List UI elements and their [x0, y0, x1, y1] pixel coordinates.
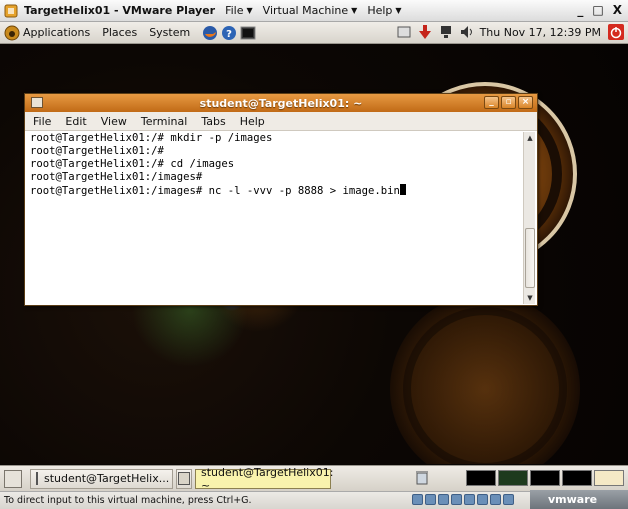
- status-text: To direct input to this virtual machine,…: [4, 495, 252, 506]
- workspace-1[interactable]: [466, 470, 496, 486]
- device-status-icons: [412, 494, 514, 505]
- terminal-menu-terminal[interactable]: Terminal: [141, 115, 188, 128]
- workspace-4[interactable]: [562, 470, 592, 486]
- taskbar-item[interactable]: student@TargetHelix...: [30, 468, 173, 489]
- gnome-foot-icon: [4, 25, 20, 40]
- desktop: student@TargetHelix01: ~ _ ▫ × File Edit…: [0, 44, 628, 464]
- maximize-button[interactable]: □: [592, 3, 603, 17]
- chevron-down-icon: ▼: [395, 6, 402, 15]
- terminal-task-icon: [178, 472, 190, 485]
- terminal-window-icon[interactable]: [31, 97, 43, 108]
- display-icon[interactable]: [490, 494, 501, 505]
- terminal-menubar: File Edit View Terminal Tabs Help: [25, 112, 537, 131]
- window-list-icon[interactable]: [396, 24, 412, 40]
- vmware-menu-file-label: File: [225, 4, 244, 17]
- terminal-line-current: root@TargetHelix01:/images# nc -l -vvv -…: [27, 184, 521, 198]
- taskbar-item-active[interactable]: student@TargetHelix01: ~: [195, 465, 334, 492]
- terminal-close-button[interactable]: ×: [518, 96, 533, 109]
- trash-icon[interactable]: [414, 469, 430, 485]
- power-icon[interactable]: [608, 24, 624, 40]
- terminal-titlebar[interactable]: student@TargetHelix01: ~ _ ▫ ×: [25, 94, 537, 112]
- vmware-brand-logo: vmware: [530, 490, 628, 509]
- update-notifier-icon[interactable]: [417, 24, 433, 40]
- terminal-window-controls: _ ▫ ×: [484, 96, 533, 109]
- vmware-menu-file[interactable]: File ▼: [225, 4, 253, 17]
- terminal-menu-file[interactable]: File: [33, 115, 51, 128]
- scroll-down-icon[interactable]: ▼: [525, 293, 535, 303]
- chevron-down-icon: ▼: [246, 6, 253, 15]
- terminal-scrollbar[interactable]: ▲ ▼: [523, 132, 535, 304]
- terminal-task-icon: [36, 472, 38, 485]
- network-adapter-icon[interactable]: [451, 494, 462, 505]
- vmware-titlebar: TargetHelix01 - VMware Player File ▼ Virt…: [0, 0, 628, 22]
- text-cursor: [399, 184, 406, 195]
- vmware-window-controls: _ □ X: [577, 3, 622, 17]
- terminal-line: root@TargetHelix01:/#: [30, 145, 164, 157]
- workspace-3[interactable]: [530, 470, 560, 486]
- gnome-top-panel: Applications Places System ? Thu Nov 17,…: [0, 22, 628, 44]
- svg-text:?: ?: [226, 29, 232, 40]
- workspace-2[interactable]: [498, 470, 528, 486]
- clock[interactable]: Thu Nov 17, 12:39 PM: [480, 26, 601, 39]
- usb-icon[interactable]: [464, 494, 475, 505]
- floppy-icon[interactable]: [438, 494, 449, 505]
- terminal-line: root@TargetHelix01:/# mkdir -p /images: [30, 132, 273, 144]
- vmware-menu-virtual-machine-label: Virtual Machine: [262, 4, 349, 17]
- terminal-maximize-button[interactable]: ▫: [501, 96, 516, 109]
- message-icon[interactable]: [503, 494, 514, 505]
- taskbar-item-active-label: student@TargetHelix01: ~: [201, 465, 334, 492]
- network-icon[interactable]: [438, 24, 454, 40]
- taskbar-item-small[interactable]: [176, 468, 192, 489]
- vmware-menu-virtual-machine[interactable]: Virtual Machine ▼: [263, 4, 358, 17]
- vmware-menu-help[interactable]: Help ▼: [367, 4, 401, 17]
- vmware-menu-help-label: Help: [367, 4, 393, 17]
- panel-tray: Thu Nov 17, 12:39 PM: [396, 24, 624, 40]
- terminal-title: student@TargetHelix01: ~: [199, 96, 363, 110]
- vmware-title: TargetHelix01 - VMware Player: [24, 4, 216, 17]
- scrollbar-thumb[interactable]: [525, 228, 535, 288]
- chevron-down-icon: ▼: [351, 6, 358, 15]
- terminal-menu-help[interactable]: Help: [240, 115, 265, 128]
- help-launcher-icon[interactable]: ?: [221, 25, 237, 41]
- workspace-5[interactable]: [594, 470, 624, 486]
- terminal-command: root@TargetHelix01:/images# nc -l -vvv -…: [30, 185, 400, 197]
- menu-places[interactable]: Places: [102, 26, 137, 39]
- terminal-menu-edit[interactable]: Edit: [65, 115, 86, 128]
- close-button[interactable]: X: [613, 3, 622, 17]
- screen: TargetHelix01 - VMware Player File ▼ Virt…: [0, 0, 628, 509]
- menu-applications[interactable]: Applications: [23, 26, 90, 39]
- terminal-output[interactable]: root@TargetHelix01:/# mkdir -p /images r…: [27, 132, 521, 304]
- terminal-minimize-button[interactable]: _: [484, 96, 499, 109]
- terminal-menu-view[interactable]: View: [101, 115, 127, 128]
- terminal-line: root@TargetHelix01:/# cd /images: [30, 158, 235, 170]
- terminal-launcher-icon[interactable]: [240, 25, 256, 41]
- terminal-menu-tabs[interactable]: Tabs: [201, 115, 225, 128]
- terminal-window[interactable]: student@TargetHelix01: ~ _ ▫ × File Edit…: [24, 93, 538, 306]
- minimize-button[interactable]: _: [577, 3, 583, 17]
- taskbar-item-label: student@TargetHelix...: [44, 472, 170, 485]
- cd-rom-icon[interactable]: [425, 494, 436, 505]
- workspace-switcher: [466, 470, 624, 486]
- vmware-logo-icon: [4, 4, 18, 17]
- menu-system[interactable]: System: [149, 26, 190, 39]
- terminal-line: root@TargetHelix01:/images#: [30, 171, 203, 183]
- show-desktop-button[interactable]: [4, 469, 22, 488]
- volume-icon[interactable]: [459, 24, 475, 40]
- hard-disk-icon[interactable]: [412, 494, 423, 505]
- firefox-launcher-icon[interactable]: [202, 25, 218, 41]
- sound-icon[interactable]: [477, 494, 488, 505]
- scroll-up-icon[interactable]: ▲: [525, 133, 535, 143]
